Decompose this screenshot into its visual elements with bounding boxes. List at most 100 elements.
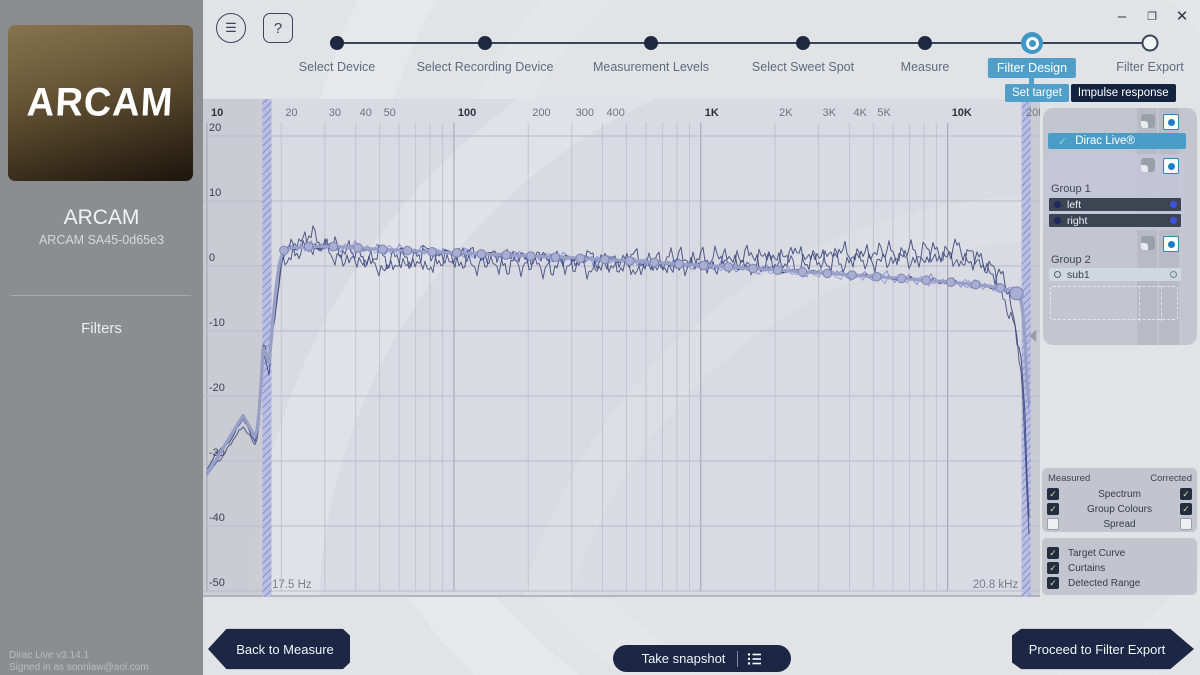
step-dot-select-sweet-spot[interactable] (796, 36, 810, 50)
help-button[interactable]: ? (263, 13, 293, 43)
detected-range-checkbox[interactable]: ✓ (1047, 577, 1059, 589)
minimize-icon[interactable]: – (1112, 6, 1132, 26)
snapshot-button-label: Take snapshot (642, 651, 726, 666)
snapshot-divider (737, 651, 738, 667)
target-control-point[interactable] (601, 255, 610, 264)
target-control-point[interactable] (675, 260, 684, 269)
target-control-point[interactable] (823, 269, 832, 278)
group-1-icons (1141, 158, 1179, 174)
group-1-label: Group 1 (1051, 183, 1091, 195)
measured-spectrum-checkbox[interactable]: ✓ (1047, 488, 1059, 500)
target-control-point[interactable] (848, 271, 857, 280)
dirac-live-app: – ❐ ✕ ☰ ? ARCAM ARCAM ARCAM SA45-0d65e3 … (0, 0, 1200, 675)
target-control-point[interactable] (551, 253, 560, 262)
hamburger-menu-button[interactable]: ☰ (216, 13, 246, 43)
target-control-point[interactable] (576, 254, 585, 263)
step-label-filter-design[interactable]: Filter Design (988, 58, 1076, 78)
step-label-select-recording-device: Select Recording Device (417, 60, 554, 74)
channel-status-dot-icon (1170, 217, 1177, 224)
sidebar-item-filters[interactable]: Filters (0, 320, 203, 337)
y-tick-label: 10 (209, 187, 221, 199)
channel-status-dot-icon (1170, 271, 1177, 278)
target-control-point[interactable] (477, 250, 486, 259)
device-id: ARCAM SA45-0d65e3 (0, 233, 203, 247)
tab-set-target[interactable]: Set target (1005, 84, 1069, 102)
target-end-control-point[interactable] (1010, 287, 1023, 300)
target-control-point[interactable] (650, 258, 659, 267)
dropzone-divider (1139, 286, 1140, 321)
group-filter-icon[interactable] (1141, 158, 1155, 172)
target-control-point[interactable] (798, 268, 807, 277)
right-curtain-frequency-label: 20.8 kHz (973, 579, 1019, 591)
target-control-point[interactable] (527, 252, 536, 261)
channel-row-right[interactable]: right (1049, 214, 1181, 227)
target-control-point[interactable] (699, 261, 708, 270)
back-to-measure-button[interactable]: Back to Measure (208, 628, 350, 670)
target-control-point[interactable] (872, 272, 881, 281)
empty-group-dropzone[interactable] (1050, 286, 1178, 320)
step-label-measure: Measure (901, 60, 950, 74)
step-dot-select-device[interactable] (330, 36, 344, 50)
corrected-group-colours-checkbox[interactable]: ✓ (1180, 503, 1192, 515)
step-dot-measure[interactable] (918, 36, 932, 50)
question-icon: ? (274, 20, 282, 37)
radio-selected-icon[interactable] (1163, 158, 1179, 174)
y-tick-label: -20 (209, 382, 225, 394)
step-dot-filter-export[interactable] (1142, 35, 1159, 52)
device-title: ARCAM (0, 206, 203, 230)
wizard-stepper: Select DeviceSelect Recording DeviceMeas… (0, 0, 1200, 110)
radio-selected-icon[interactable] (1163, 114, 1179, 130)
corrected-column-header: Corrected (1150, 473, 1192, 484)
step-dot-select-recording-device[interactable] (478, 36, 492, 50)
group-filter-icon[interactable] (1141, 236, 1155, 250)
maximize-icon[interactable]: ❐ (1142, 6, 1162, 26)
corrected-spectrum-checkbox[interactable]: ✓ (1180, 488, 1192, 500)
target-control-point[interactable] (724, 263, 733, 272)
target-curve-checkbox[interactable]: ✓ (1047, 547, 1059, 559)
measured-group-colours-checkbox[interactable]: ✓ (1047, 503, 1059, 515)
legend-row-spectrum: ✓ Spectrum ✓ (1042, 487, 1197, 501)
legend-label: Target Curve (1068, 548, 1125, 559)
step-dot-filter-design[interactable] (1021, 32, 1043, 54)
close-icon[interactable]: ✕ (1172, 6, 1192, 26)
target-control-point[interactable] (329, 242, 338, 251)
measured-spread-checkbox[interactable] (1047, 518, 1059, 530)
group-2-label: Group 2 (1051, 254, 1091, 266)
target-control-point[interactable] (774, 266, 783, 275)
target-control-point[interactable] (947, 278, 956, 287)
dirac-live-toggle[interactable]: ✓ Dirac Live® (1048, 133, 1186, 149)
target-control-point[interactable] (971, 280, 980, 289)
back-button-label: Back to Measure (236, 642, 334, 657)
legend-label: Spread (1103, 519, 1135, 530)
corrected-spread-checkbox[interactable] (1180, 518, 1192, 530)
target-control-point[interactable] (280, 246, 289, 255)
target-control-point[interactable] (996, 284, 1005, 293)
step-dot-measurement-levels[interactable] (644, 36, 658, 50)
curtains-checkbox[interactable]: ✓ (1047, 562, 1059, 574)
target-control-point[interactable] (403, 246, 412, 255)
tab-impulse-response[interactable]: Impulse response (1071, 84, 1176, 102)
proceed-to-filter-export-button[interactable]: Proceed to Filter Export (1012, 628, 1194, 670)
group-filter-icon[interactable] (1141, 114, 1155, 128)
target-control-point[interactable] (749, 264, 758, 273)
channel-status-dot-icon (1170, 201, 1177, 208)
target-control-point[interactable] (922, 276, 931, 285)
take-snapshot-button[interactable]: Take snapshot (613, 645, 791, 672)
target-control-point[interactable] (625, 257, 634, 266)
channel-group-panel: ✓ Dirac Live® Group 1 left right Group 2… (1043, 108, 1197, 345)
target-control-point[interactable] (897, 274, 906, 283)
frequency-response-chart[interactable]: 20100-10-20-30-40-5010203040501002003004… (203, 99, 1040, 597)
legend-row-curtains: ✓ Curtains (1042, 561, 1197, 575)
step-label-measurement-levels: Measurement Levels (593, 60, 709, 74)
target-control-point[interactable] (502, 251, 511, 260)
target-control-point[interactable] (354, 244, 363, 253)
target-control-point[interactable] (452, 249, 461, 258)
target-control-point[interactable] (378, 245, 387, 254)
radio-selected-icon[interactable] (1163, 236, 1179, 252)
channel-row-left[interactable]: left (1049, 198, 1181, 211)
target-control-point[interactable] (428, 247, 437, 256)
dirac-live-label: Dirac Live® (1075, 135, 1135, 147)
legend-label: Detected Range (1068, 578, 1140, 589)
channel-row-sub1[interactable]: sub1 (1049, 268, 1181, 281)
target-control-point[interactable] (304, 242, 313, 251)
